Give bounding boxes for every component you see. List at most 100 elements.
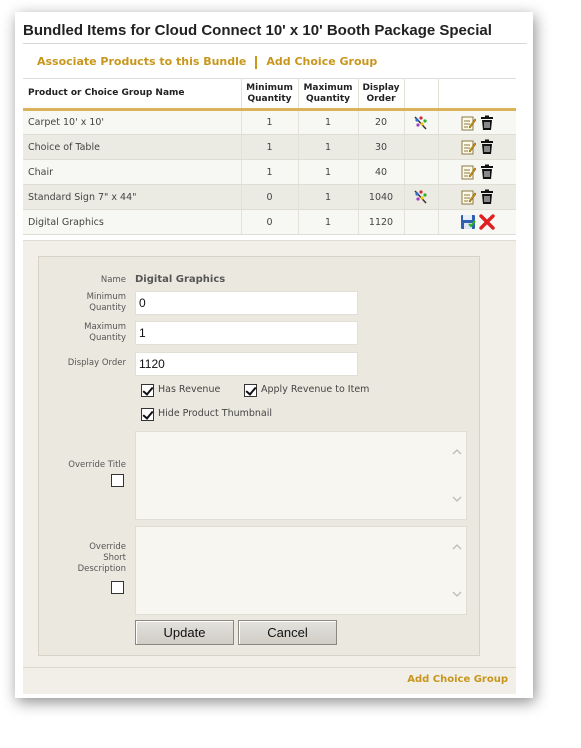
col-header-min-line2: Quantity <box>247 93 292 104</box>
col-header-min: Minimum Quantity <box>241 78 299 111</box>
row-name: Standard Sign 7" x 44" <box>23 184 242 210</box>
row-max: 1 <box>298 209 359 235</box>
display-order-input[interactable]: 1120 <box>135 352 358 376</box>
save-icon[interactable] <box>460 214 476 230</box>
override-desc-label-line1: Override <box>89 542 126 552</box>
row-max: 1 <box>298 159 359 185</box>
col-header-actions <box>438 78 516 111</box>
choice-options-icon[interactable] <box>413 115 429 131</box>
row-actions <box>438 134 516 160</box>
table-row: Choice of Table 1 1 30 <box>23 134 516 160</box>
has-revenue-label: Has Revenue <box>158 384 221 395</box>
edit-panel: Name Digital Graphics Minimum Quantity 0 … <box>23 240 516 694</box>
footer-add-choice-group-link[interactable]: Add Choice Group <box>407 674 508 685</box>
row-choice-cell <box>404 109 439 135</box>
cancel-button[interactable]: Cancel <box>238 620 337 645</box>
override-desc-textarea[interactable] <box>135 526 467 615</box>
edit-icon[interactable] <box>460 115 476 131</box>
row-name: Digital Graphics <box>23 209 242 235</box>
name-value: Digital Graphics <box>135 274 226 285</box>
row-actions <box>438 159 516 185</box>
footer-divider <box>23 667 516 668</box>
row-actions <box>438 184 516 210</box>
add-choice-group-link[interactable]: Add Choice Group <box>266 55 377 68</box>
min-quantity-label: Minimum Quantity <box>56 292 126 314</box>
action-links: Associate Products to this Bundle Add Cho… <box>37 55 377 69</box>
associate-products-link[interactable]: Associate Products to this Bundle <box>37 55 246 68</box>
edit-icon[interactable] <box>460 189 476 205</box>
col-header-max-line1: Maximum <box>303 82 353 93</box>
row-min: 1 <box>241 134 299 160</box>
table-row: Standard Sign 7" x 44" 0 1 1040 <box>23 184 516 210</box>
table-header-row: Product or Choice Group Name Minimum Quan… <box>23 78 516 111</box>
col-header-max-line2: Quantity <box>305 93 351 104</box>
update-button[interactable]: Update <box>135 620 234 645</box>
row-order: 1120 <box>358 209 405 235</box>
has-revenue-checkbox[interactable] <box>141 384 154 397</box>
col-header-order: Display Order <box>358 78 405 111</box>
col-header-order-line1: Display <box>362 82 400 93</box>
scroll-down-icon[interactable] <box>451 589 463 599</box>
col-header-min-line1: Minimum <box>246 82 293 93</box>
scroll-up-icon[interactable] <box>451 447 463 457</box>
row-actions <box>438 109 516 135</box>
choice-options-icon[interactable] <box>413 189 429 205</box>
max-quantity-label-line1: Maximum <box>84 322 126 332</box>
delete-trash-icon[interactable] <box>479 139 495 155</box>
edit-icon[interactable] <box>460 164 476 180</box>
link-separator <box>255 55 258 69</box>
max-quantity-label-line2: Quantity <box>89 333 126 343</box>
row-max: 1 <box>298 134 359 160</box>
row-min: 0 <box>241 184 299 210</box>
scroll-up-icon[interactable] <box>451 542 463 552</box>
row-choice-cell <box>404 184 439 210</box>
override-desc-label-line3: Description <box>77 564 126 574</box>
row-min: 0 <box>241 209 299 235</box>
row-choice-cell <box>404 209 439 235</box>
col-header-choice <box>404 78 439 111</box>
max-quantity-input[interactable]: 1 <box>135 321 358 345</box>
cancel-x-icon[interactable] <box>479 214 495 230</box>
title-divider <box>23 43 527 44</box>
override-title-label: Override Title <box>68 460 126 470</box>
bundle-panel: Bundled Items for Cloud Connect 10' x 10… <box>15 12 533 698</box>
row-name: Choice of Table <box>23 134 242 160</box>
row-actions <box>438 209 516 235</box>
delete-trash-icon[interactable] <box>479 164 495 180</box>
delete-trash-icon[interactable] <box>479 189 495 205</box>
max-quantity-label: Maximum Quantity <box>56 322 126 344</box>
bundle-items-table: Product or Choice Group Name Minimum Quan… <box>23 78 516 235</box>
min-quantity-label-line2: Quantity <box>89 303 126 313</box>
edit-icon[interactable] <box>460 139 476 155</box>
row-choice-cell <box>404 134 439 160</box>
row-name: Carpet 10' x 10' <box>23 109 242 135</box>
row-choice-cell <box>404 159 439 185</box>
row-name: Chair <box>23 159 242 185</box>
row-order: 30 <box>358 134 405 160</box>
row-min: 1 <box>241 109 299 135</box>
table-row: Carpet 10' x 10' 1 1 20 <box>23 109 516 135</box>
override-desc-checkbox[interactable] <box>111 581 124 594</box>
row-order: 1040 <box>358 184 405 210</box>
edit-form: Name Digital Graphics Minimum Quantity 0 … <box>38 256 480 656</box>
apply-revenue-label: Apply Revenue to Item <box>261 384 370 395</box>
table-row: Chair 1 1 40 <box>23 159 516 185</box>
row-order: 40 <box>358 159 405 185</box>
col-header-name: Product or Choice Group Name <box>23 78 242 111</box>
apply-revenue-checkbox[interactable] <box>244 384 257 397</box>
row-min: 1 <box>241 159 299 185</box>
min-quantity-input[interactable]: 0 <box>135 291 358 315</box>
row-max: 1 <box>298 184 359 210</box>
min-quantity-label-line1: Minimum <box>86 292 126 302</box>
hide-thumbnail-checkbox[interactable] <box>141 408 154 421</box>
override-title-textarea[interactable] <box>135 431 467 520</box>
page-title: Bundled Items for Cloud Connect 10' x 10… <box>23 22 492 39</box>
table-row-editing: Digital Graphics 0 1 1120 <box>23 209 516 235</box>
row-max: 1 <box>298 109 359 135</box>
delete-trash-icon[interactable] <box>479 115 495 131</box>
row-order: 20 <box>358 109 405 135</box>
override-title-checkbox[interactable] <box>111 474 124 487</box>
name-label: Name <box>100 275 126 285</box>
display-order-label: Display Order <box>67 358 126 368</box>
scroll-down-icon[interactable] <box>451 494 463 504</box>
